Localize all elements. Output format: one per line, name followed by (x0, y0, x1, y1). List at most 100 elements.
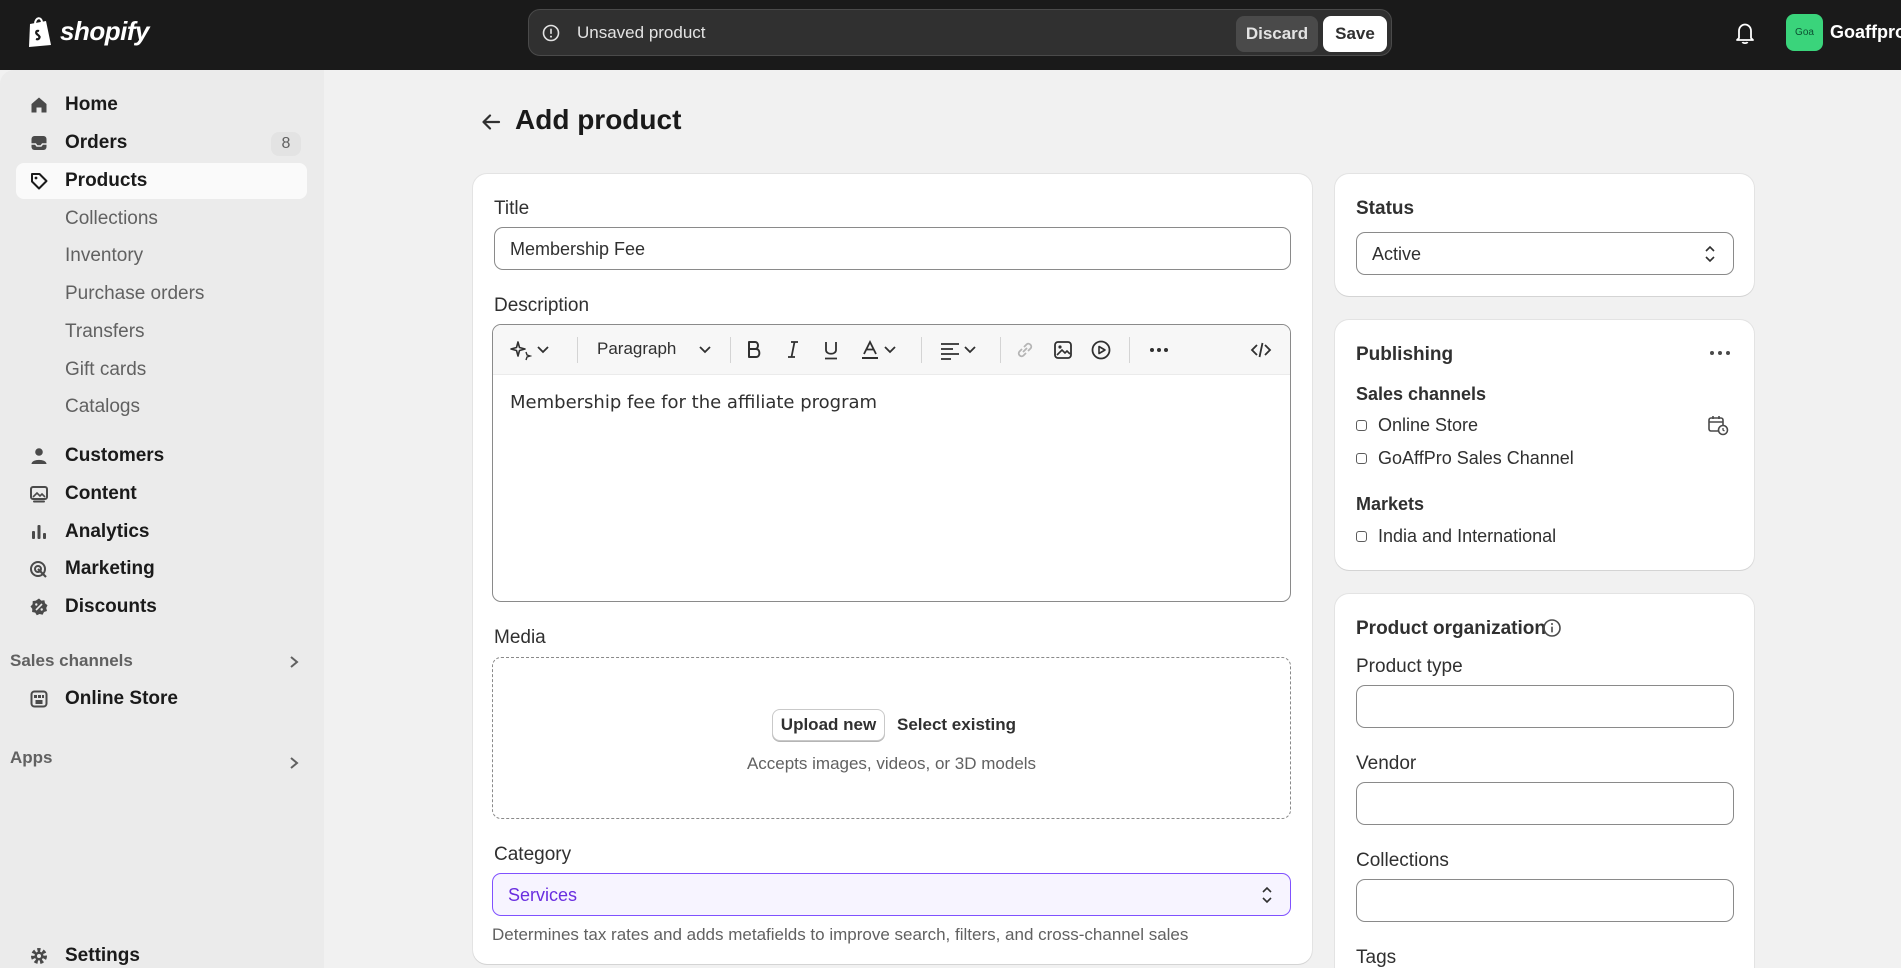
back-arrow-icon[interactable] (480, 112, 502, 132)
sidebar-item-collections[interactable]: Collections (16, 201, 307, 237)
product-details-card: Title Membership Fee Description Paragra… (473, 174, 1312, 964)
sidebar-item-label: Purchase orders (65, 283, 205, 304)
channel-goaffpro-sales-channel[interactable]: GoAffPro Sales Channel (1356, 448, 1574, 469)
sidebar-item-analytics[interactable]: Analytics (16, 514, 307, 550)
italic-icon[interactable] (782, 339, 804, 361)
status-card: Status Active (1335, 174, 1754, 296)
sidebar-item-customers[interactable]: Customers (16, 438, 307, 474)
sidebar-item-label: Settings (65, 945, 140, 966)
more-horizontal-icon[interactable] (1709, 350, 1731, 356)
paragraph-format-select[interactable]: Paragraph (597, 339, 676, 359)
chevron-down-icon (964, 346, 976, 354)
status-title: Status (1356, 198, 1415, 219)
category-select[interactable]: Services (492, 873, 1291, 916)
upload-new-button[interactable]: Upload new (772, 709, 885, 741)
align-button[interactable] (939, 339, 977, 361)
sidebar-item-catalogs[interactable]: Catalogs (16, 389, 307, 425)
sidebar-item-orders[interactable]: Orders 8 (16, 125, 307, 161)
schedule-calendar-icon[interactable] (1707, 414, 1729, 436)
sidebar-item-content[interactable]: Content (16, 476, 307, 512)
category-value: Services (508, 885, 578, 905)
title-input[interactable]: Membership Fee (494, 227, 1291, 270)
chevron-right-icon (290, 656, 299, 668)
sidebar-item-discounts[interactable]: Discounts (16, 589, 307, 625)
sidebar-item-label: Collections (65, 208, 158, 229)
description-text[interactable]: Membership fee for the affiliate program (510, 392, 877, 413)
insert-image-icon[interactable] (1052, 339, 1074, 361)
collections-label: Collections (1356, 850, 1449, 871)
toolbar-divider (730, 337, 731, 363)
more-horizontal-icon[interactable] (1148, 339, 1170, 361)
product-type-input[interactable] (1356, 685, 1734, 728)
category-hint: Determines tax rates and adds metafields… (492, 925, 1189, 944)
shopify-logo[interactable]: shopify (26, 14, 149, 48)
apps-section-header[interactable]: Apps (10, 744, 308, 772)
media-dropzone[interactable]: Upload new Select existing Accepts image… (492, 657, 1291, 819)
select-chevron-icon (1705, 245, 1715, 263)
sales-channels-heading: Sales channels (10, 651, 133, 670)
bell-icon[interactable] (1734, 21, 1756, 45)
collections-input[interactable] (1356, 879, 1734, 922)
sidebar-item-purchase-orders[interactable]: Purchase orders (16, 276, 307, 312)
alert-circle-icon (542, 24, 560, 42)
inbox-icon (31, 136, 47, 150)
home-icon (31, 97, 47, 113)
sidebar-item-marketing[interactable]: Marketing (16, 551, 307, 587)
sidebar-item-label: Orders (65, 132, 128, 153)
ai-generate-button[interactable] (510, 339, 550, 361)
status-value: Active (1372, 244, 1422, 264)
toolbar-divider (1129, 337, 1130, 363)
description-editor[interactable]: Paragraph Membership fee for the affilia… (492, 324, 1291, 602)
chevron-down-icon (699, 346, 711, 354)
sales-channels-label: Sales channels (1356, 384, 1487, 404)
status-select[interactable]: Active (1356, 232, 1734, 275)
title-label: Title (494, 198, 530, 219)
channel-label: Online Store (1378, 415, 1479, 435)
select-existing-button[interactable]: Select existing (897, 715, 1016, 735)
info-icon[interactable] (1542, 618, 1562, 638)
sparkle-icon (510, 341, 532, 361)
sidebar-item-label: Customers (65, 445, 165, 466)
sidebar-item-online-store[interactable]: Online Store (16, 681, 307, 717)
media-hint: Accepts images, videos, or 3D models (746, 754, 1037, 773)
align-left-icon (941, 343, 959, 360)
discard-button[interactable]: Discard (1236, 16, 1318, 52)
channel-indicator (1356, 420, 1367, 431)
link-icon[interactable] (1014, 339, 1036, 361)
insert-video-icon[interactable] (1090, 339, 1112, 361)
sidebar-item-label: Content (65, 483, 137, 504)
sidebar-item-label: Catalogs (65, 396, 140, 417)
channel-online-store[interactable]: Online Store (1356, 415, 1478, 436)
avatar[interactable]: Goa (1786, 14, 1823, 51)
sidebar-item-label: Home (65, 94, 118, 115)
market-india-and-international[interactable]: India and International (1356, 526, 1556, 547)
sales-channels-section-header[interactable]: Sales channels (10, 647, 308, 675)
text-color-button[interactable] (859, 339, 897, 361)
media-label: Media (494, 627, 546, 648)
underline-icon[interactable] (820, 339, 842, 361)
shopify-bag-icon (29, 17, 51, 47)
sidebar-item-settings[interactable]: Settings (16, 938, 307, 968)
publishing-title: Publishing (1356, 344, 1454, 365)
product-organization-card: Product organization Product type Vendor… (1335, 594, 1754, 968)
save-button[interactable]: Save (1323, 16, 1387, 52)
code-icon[interactable] (1250, 339, 1272, 361)
tag-icon (31, 173, 48, 190)
chevron-down-icon (537, 346, 549, 354)
sidebar-item-label: Online Store (65, 688, 178, 709)
markets-label: Markets (1356, 494, 1425, 514)
bold-icon[interactable] (743, 339, 765, 361)
sidebar-item-transfers[interactable]: Transfers (16, 314, 307, 350)
orders-count-badge: 8 (271, 132, 301, 156)
chevron-right-icon (290, 757, 299, 769)
sidebar-item-home[interactable]: Home (16, 87, 307, 123)
gear-icon (31, 948, 47, 964)
vendor-input[interactable] (1356, 782, 1734, 825)
sidebar-item-inventory[interactable]: Inventory (16, 238, 307, 274)
sidebar-item-gift-cards[interactable]: Gift cards (16, 352, 307, 388)
sidebar-item-products[interactable]: Products (16, 163, 307, 199)
description-label: Description (494, 295, 590, 316)
store-name[interactable]: Goaffpro (1830, 22, 1901, 43)
channel-indicator (1356, 453, 1367, 464)
chevron-down-icon (884, 346, 896, 354)
